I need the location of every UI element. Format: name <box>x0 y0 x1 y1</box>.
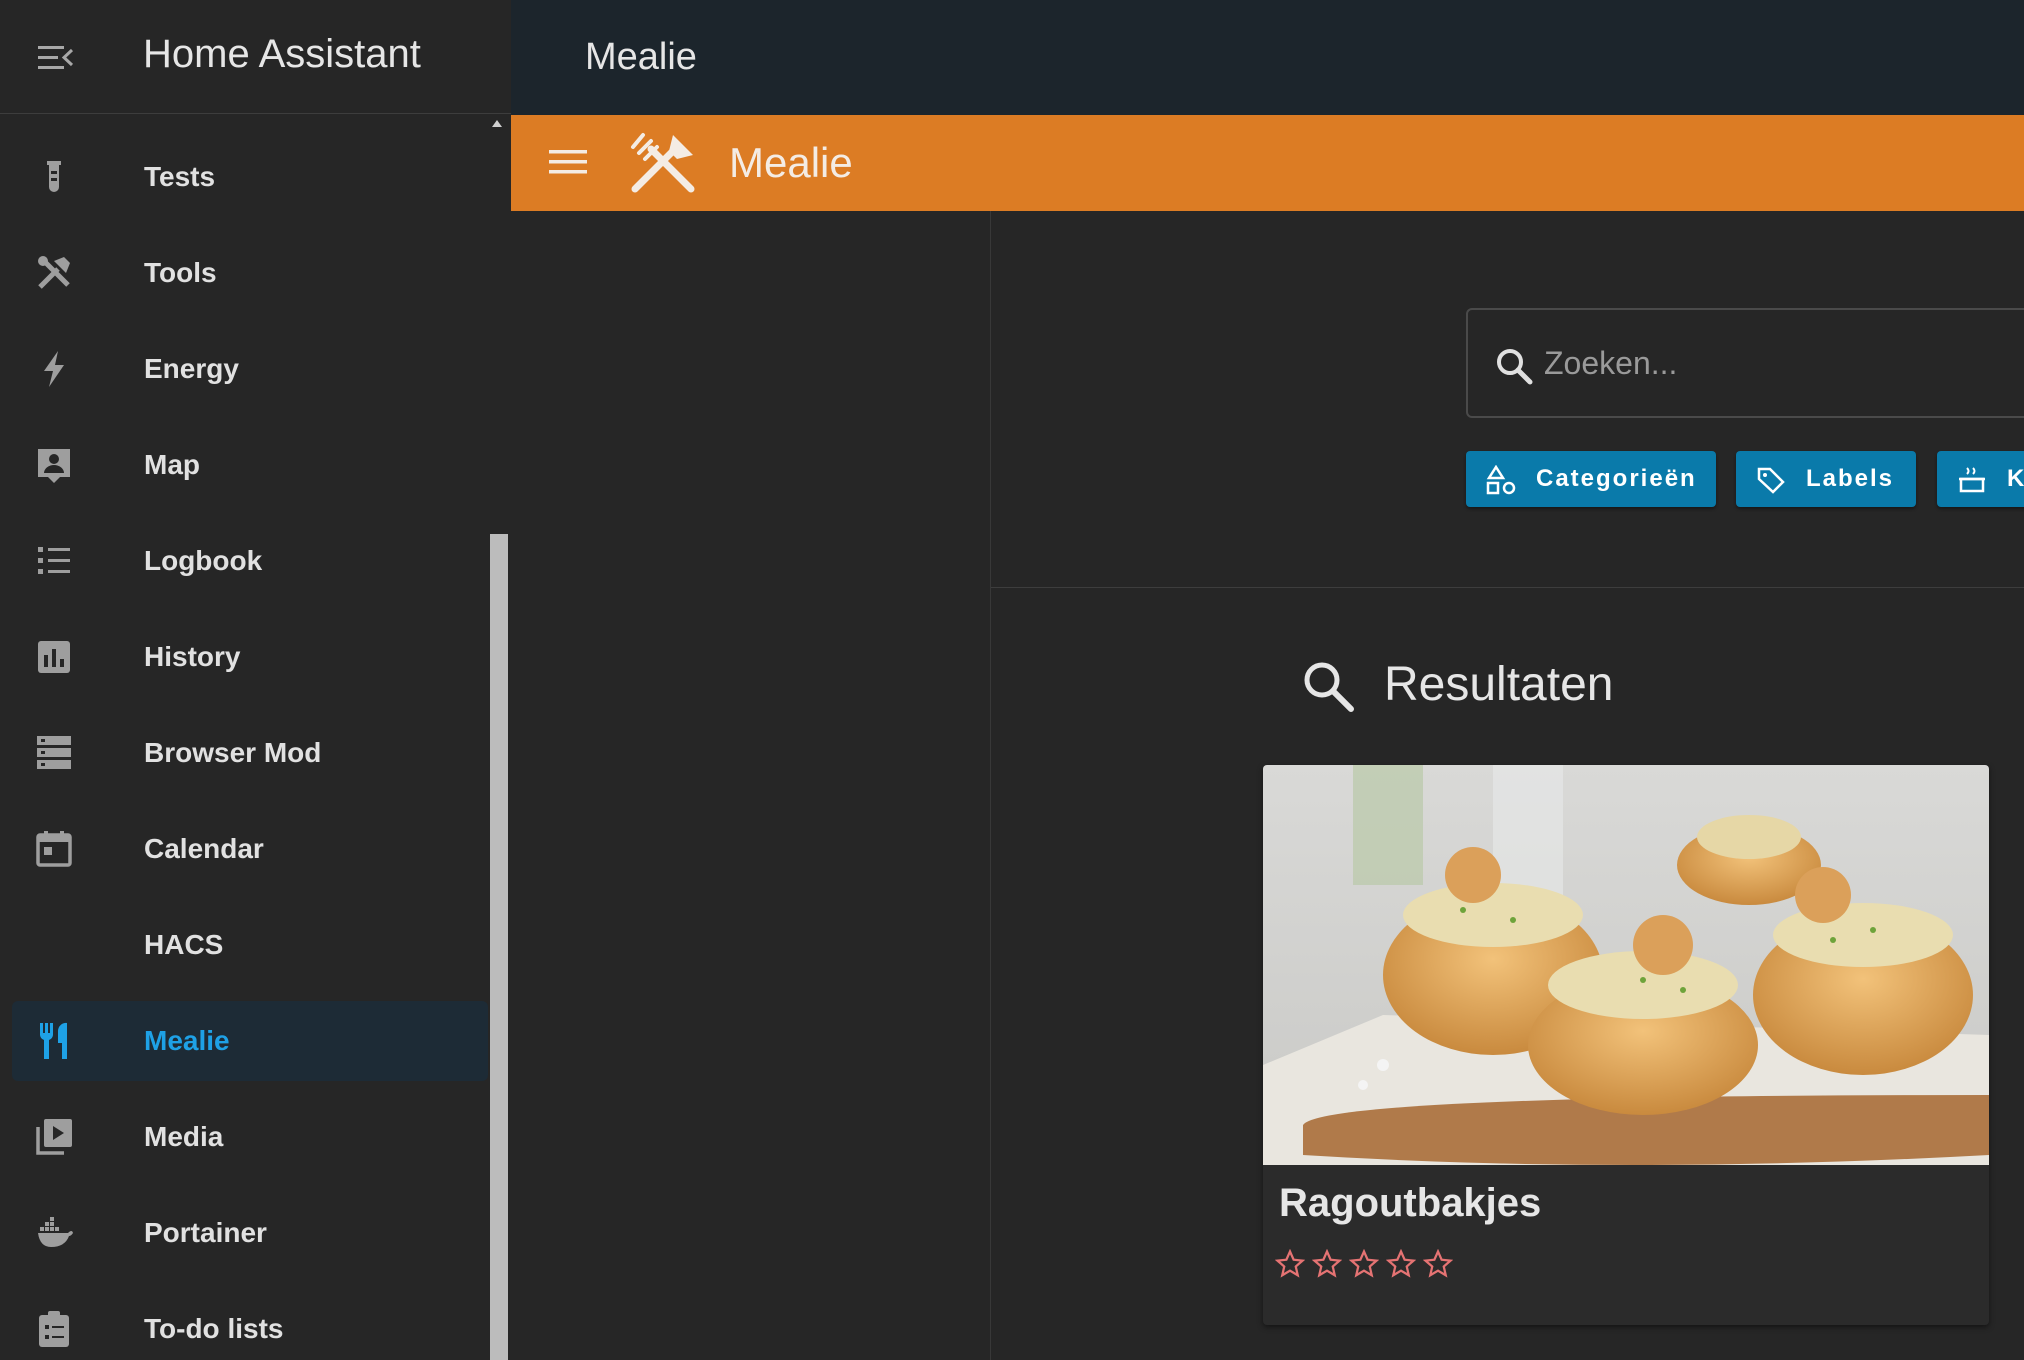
mealie-main-content: Categorieën Labels K Resultaten <box>991 211 2024 1360</box>
sidebar-item-tools[interactable]: Tools <box>12 233 488 313</box>
collapse-menu-icon[interactable] <box>36 42 76 74</box>
mealie-logo-icon[interactable] <box>629 131 697 195</box>
hamburger-menu-icon[interactable] <box>549 147 587 177</box>
sidebar-item-label: Mealie <box>144 1025 230 1056</box>
recipe-name[interactable]: Ragoutbakjes <box>1279 1181 1541 1226</box>
sidebar-item-logbook[interactable]: Logbook <box>12 521 488 601</box>
calendar-icon <box>34 829 74 869</box>
sidebar-item-browser-mod[interactable]: Browser Mod <box>12 713 488 793</box>
sidebar-item-hacs[interactable]: HACS <box>12 905 488 985</box>
results-heading: Resultaten <box>1384 658 1614 711</box>
mealie-title[interactable]: Mealie <box>729 139 853 187</box>
sidebar-item-label: Energy <box>144 353 239 384</box>
sidebar-item-label: Logbook <box>144 545 263 576</box>
star-icon[interactable] <box>1423 1249 1453 1279</box>
test-tube-icon <box>34 157 74 197</box>
search-field[interactable] <box>1466 308 2024 418</box>
star-icon[interactable] <box>1349 1249 1379 1279</box>
sidebar-item-label: HACS <box>144 929 224 960</box>
sidebar-item-portainer[interactable]: Portainer <box>12 1193 488 1273</box>
sidebar-item-energy[interactable]: Energy <box>12 329 488 409</box>
star-icon[interactable] <box>1312 1249 1342 1279</box>
silverware-fork-knife-icon <box>34 1021 74 1061</box>
clipboard-list-icon <box>34 1309 74 1349</box>
sidebar-item-media[interactable]: Media <box>12 1097 488 1177</box>
filter-tools-button[interactable]: K <box>1937 451 2024 507</box>
star-icon[interactable] <box>1275 1249 1305 1279</box>
sidebar-item-label: Tests <box>144 161 216 192</box>
tag-multiple-icon <box>1756 465 1786 495</box>
sidebar: Home Assistant Tests Tools Energy Map Lo… <box>0 0 512 1360</box>
mealie-side-panel <box>511 211 991 1360</box>
sidebar-item-label: Browser Mod <box>144 737 322 768</box>
sidebar-item-label: History <box>144 641 241 672</box>
search-input[interactable] <box>1542 332 2024 394</box>
top-app-bar: Mealie <box>511 0 2024 115</box>
filter-label: Categorieën <box>1536 465 1697 492</box>
recipe-rating[interactable] <box>1275 1249 1475 1281</box>
search-icon <box>1494 346 1534 386</box>
account-box-icon <box>34 445 74 485</box>
sidebar-item-map[interactable]: Map <box>12 425 488 505</box>
sidebar-item-label: Calendar <box>144 833 264 864</box>
divider <box>991 587 2024 588</box>
sidebar-item-label: Tools <box>144 257 217 288</box>
server-icon <box>34 733 74 773</box>
tools-icon <box>34 253 74 293</box>
sidebar-item-label: Portainer <box>144 1217 267 1248</box>
page-title: Mealie <box>585 36 697 78</box>
sidebar-item-history[interactable]: History <box>12 617 488 697</box>
sidebar-item-label: To-do lists <box>144 1313 284 1344</box>
sidebar-item-tests[interactable]: Tests <box>12 137 488 217</box>
filter-label: Labels <box>1806 465 1895 492</box>
star-icon[interactable] <box>1386 1249 1416 1279</box>
lightning-bolt-icon <box>34 349 74 389</box>
chart-box-icon <box>34 637 74 677</box>
sidebar-item-label: Map <box>144 449 200 480</box>
sidebar-item-label: Media <box>144 1121 224 1152</box>
play-box-multiple-icon <box>34 1117 74 1157</box>
filter-categories-button[interactable]: Categorieën <box>1466 451 1716 507</box>
recipe-card[interactable]: Ragoutbakjes <box>1263 765 1989 1325</box>
recipe-image[interactable] <box>1263 765 1989 1165</box>
sidebar-scrollbar[interactable] <box>490 534 508 1360</box>
shapes-icon <box>1486 464 1516 495</box>
scroll-up-arrow-icon[interactable] <box>492 120 502 127</box>
pot-steam-icon <box>1957 465 1987 495</box>
filter-labels-button[interactable]: Labels <box>1736 451 1916 507</box>
search-icon <box>1299 657 1357 715</box>
format-list-bulleted-icon <box>34 541 74 581</box>
sidebar-item-to-do-lists[interactable]: To-do lists <box>12 1289 488 1360</box>
sidebar-header: Home Assistant <box>0 0 511 114</box>
sidebar-item-calendar[interactable]: Calendar <box>12 809 488 889</box>
sidebar-item-mealie[interactable]: Mealie <box>12 1001 488 1081</box>
app-title: Home Assistant <box>143 32 421 76</box>
docker-icon <box>34 1213 74 1253</box>
filter-label: K <box>2007 465 2024 492</box>
mealie-app-bar: Mealie <box>511 115 2024 211</box>
